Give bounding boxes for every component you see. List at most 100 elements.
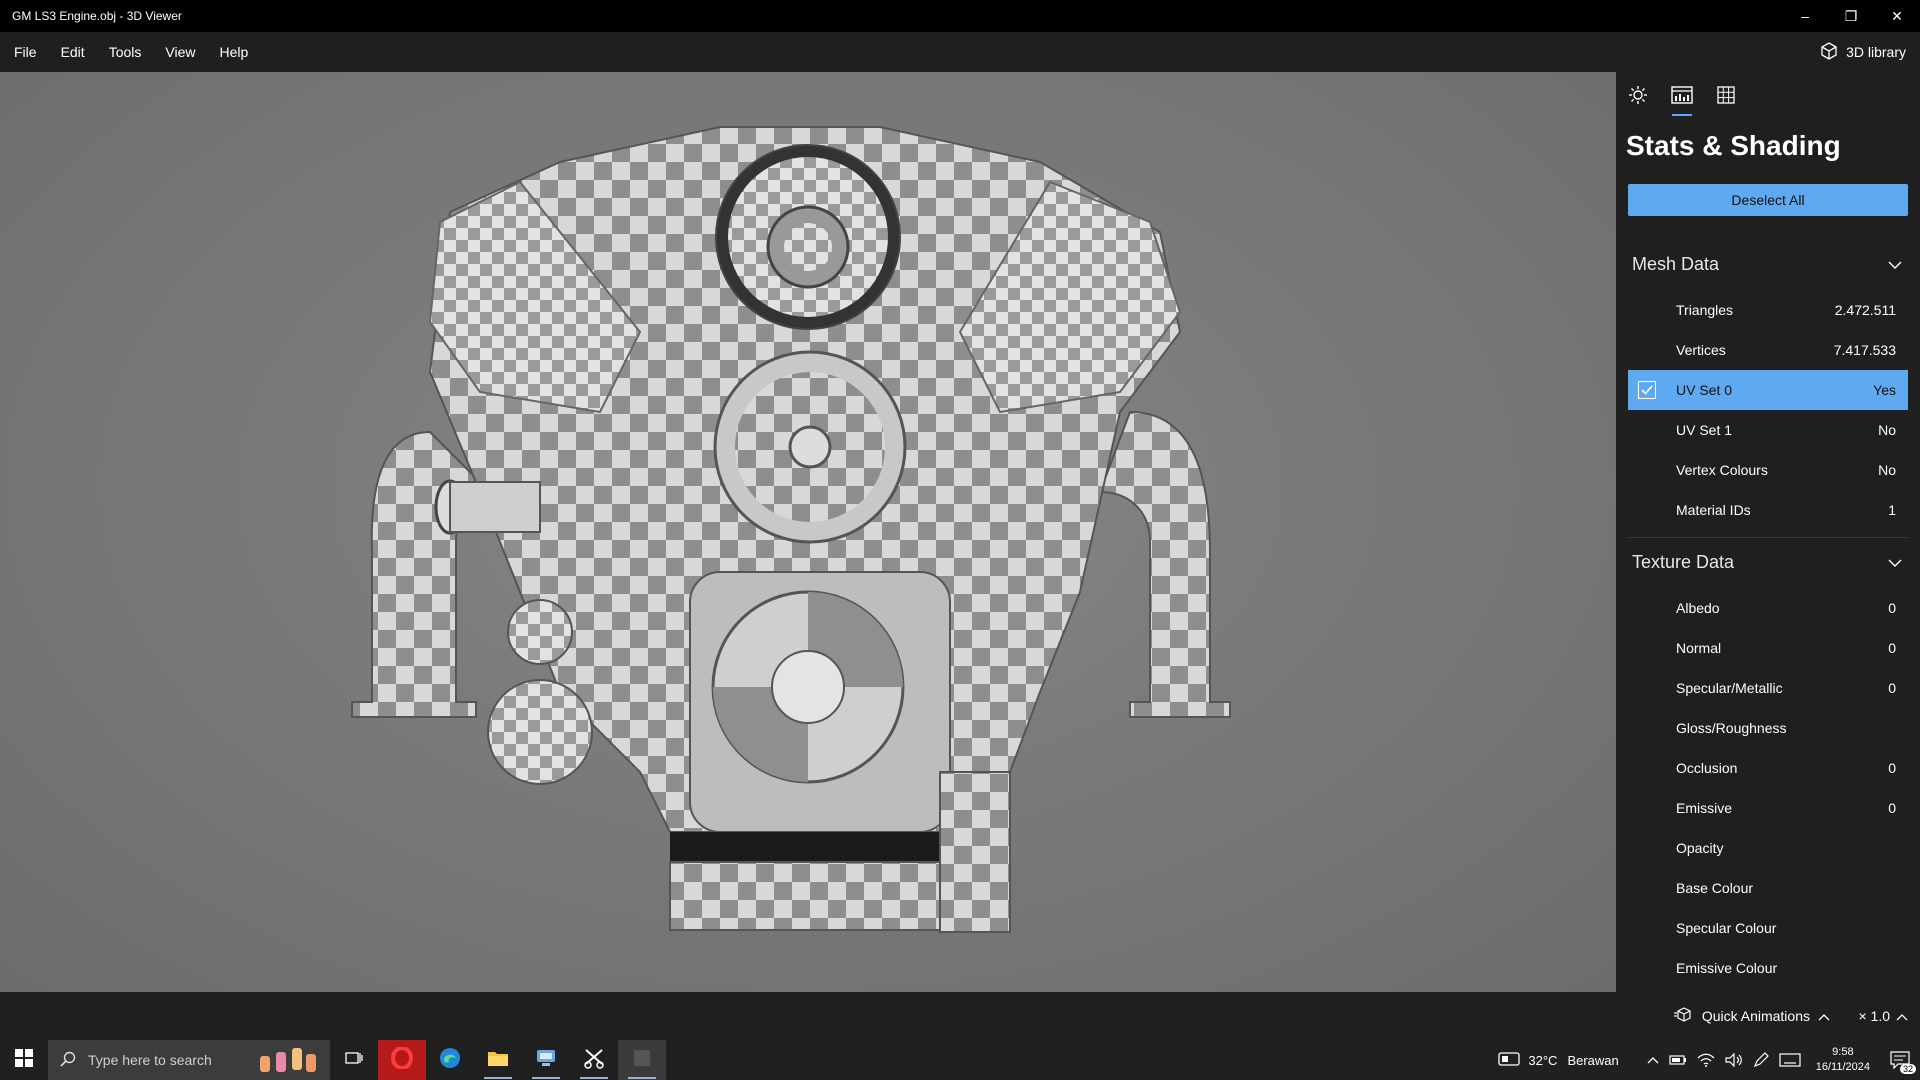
chevron-up-icon — [1647, 1057, 1659, 1064]
menu-view[interactable]: View — [153, 32, 207, 72]
row-label: Specular/Metallic — [1676, 680, 1783, 696]
texture-row-specular-metallic[interactable]: Specular/Metallic 0 — [1628, 668, 1908, 708]
menu-edit[interactable]: Edit — [49, 32, 97, 72]
battery-icon — [1669, 1055, 1686, 1065]
chevron-up-icon — [1896, 1008, 1908, 1024]
mesh-row-uv-set-1[interactable]: UV Set 1 No — [1628, 410, 1908, 450]
clock-date: 16/11/2024 — [1815, 1061, 1870, 1073]
window-title: GM LS3 Engine.obj - 3D Viewer — [12, 9, 182, 23]
texture-row-emissive-colour[interactable]: Emissive Colour — [1628, 948, 1908, 988]
taskbar-opera[interactable] — [378, 1040, 426, 1080]
folder-icon — [487, 1049, 509, 1072]
taskbar-search[interactable]: Type here to search — [48, 1040, 330, 1080]
row-label: UV Set 0 — [1676, 382, 1733, 398]
menu-bar: File Edit Tools View Help 3D library — [0, 32, 1920, 72]
notification-center-button[interactable]: 32 — [1880, 1040, 1920, 1080]
task-view-icon — [345, 1050, 363, 1071]
uv-set-0-checkbox[interactable] — [1638, 381, 1656, 399]
texture-row-occlusion[interactable]: Occlusion 0 — [1628, 748, 1908, 788]
row-label: Base Colour — [1676, 880, 1754, 896]
wifi-icon — [1697, 1053, 1715, 1067]
row-value: 0 — [1888, 640, 1896, 656]
checkmark-icon — [1641, 385, 1653, 395]
row-value: 0 — [1888, 600, 1896, 616]
row-label: Material IDs — [1676, 502, 1751, 518]
texture-row-base-colour[interactable]: Base Colour — [1628, 868, 1908, 908]
row-value: 0 — [1888, 800, 1896, 816]
row-label: Emissive — [1676, 800, 1733, 816]
menu-help[interactable]: Help — [207, 32, 260, 72]
mesh-row-vertices: Vertices 7.417.533 — [1628, 330, 1908, 370]
taskbar-clock[interactable]: 9:58 16/11/2024 — [1806, 1045, 1880, 1075]
opera-icon — [391, 1045, 413, 1074]
texture-row-gloss-roughness[interactable]: Gloss/Roughness — [1628, 708, 1908, 748]
menu-file[interactable]: File — [2, 32, 49, 72]
tray-wifi[interactable] — [1692, 1040, 1720, 1080]
title-bar: GM LS3 Engine.obj - 3D Viewer – ❐ ✕ — [0, 0, 1920, 32]
texture-row-normal[interactable]: Normal 0 — [1628, 628, 1908, 668]
chevron-down-icon — [1888, 254, 1902, 275]
quick-animations-button[interactable]: Quick Animations — [1673, 992, 1830, 1040]
texture-data-header[interactable]: Texture Data — [1628, 542, 1908, 582]
deselect-all-button[interactable]: Deselect All — [1628, 184, 1908, 216]
tab-grid[interactable] — [1714, 84, 1738, 110]
taskbar-edge[interactable] — [426, 1040, 474, 1080]
show-hidden-icons[interactable] — [1642, 1040, 1664, 1080]
3d-library-button[interactable]: 3D library — [1820, 32, 1906, 72]
speed-label: × 1.0 — [1858, 1008, 1890, 1024]
minimize-button[interactable]: – — [1782, 0, 1828, 32]
mesh-data-header[interactable]: Mesh Data — [1628, 244, 1908, 284]
engine-model[interactable] — [0, 72, 1616, 992]
close-button[interactable]: ✕ — [1874, 0, 1920, 32]
tab-lighting[interactable] — [1626, 84, 1650, 110]
tab-stats-shading[interactable] — [1670, 84, 1694, 116]
volume-icon — [1725, 1053, 1742, 1067]
start-button[interactable] — [0, 1040, 48, 1080]
tray-battery[interactable] — [1664, 1040, 1692, 1080]
taskbar-file-explorer[interactable] — [474, 1040, 522, 1080]
window-controls: – ❐ ✕ — [1782, 0, 1920, 32]
mesh-row-uv-set-0[interactable]: UV Set 0 Yes — [1628, 370, 1908, 410]
texture-row-albedo[interactable]: Albedo 0 — [1628, 588, 1908, 628]
quick-animations-label: Quick Animations — [1701, 1008, 1810, 1024]
search-highlight-icon — [256, 1046, 320, 1074]
texture-row-specular-colour[interactable]: Specular Colour — [1628, 908, 1908, 948]
panel-title: Stats & Shading — [1626, 130, 1841, 161]
texture-data-title: Texture Data — [1632, 551, 1735, 572]
weather-widget[interactable]: 32°C Berawan — [1493, 1040, 1641, 1080]
row-value: No — [1878, 422, 1896, 438]
search-placeholder: Type here to search — [88, 1052, 212, 1068]
restore-button[interactable]: ❐ — [1828, 0, 1874, 32]
row-label: Albedo — [1676, 600, 1720, 616]
texture-row-opacity[interactable]: Opacity — [1628, 828, 1908, 868]
edge-icon — [439, 1047, 461, 1074]
mesh-row-material-ids[interactable]: Material IDs 1 — [1628, 490, 1908, 530]
taskbar-3d-viewer[interactable] — [618, 1040, 666, 1080]
tray-keyboard[interactable] — [1774, 1040, 1806, 1080]
texture-row-emissive[interactable]: Emissive 0 — [1628, 788, 1908, 828]
row-value: 2.472.511 — [1834, 302, 1896, 318]
task-view-button[interactable] — [330, 1040, 378, 1080]
mesh-data-title: Mesh Data — [1632, 253, 1720, 274]
notification-badge: 32 — [1899, 1064, 1916, 1074]
search-icon — [60, 1051, 76, 1070]
animation-bar: Quick Animations × 1.0 — [0, 992, 1920, 1040]
row-label: Vertices — [1676, 342, 1726, 358]
speed-selector[interactable]: × 1.0 — [1858, 992, 1908, 1040]
taskbar-app[interactable] — [522, 1040, 570, 1080]
row-value: No — [1878, 462, 1896, 478]
row-label: Vertex Colours — [1676, 462, 1768, 478]
menu-tools[interactable]: Tools — [97, 32, 154, 72]
row-value: 0 — [1888, 680, 1896, 696]
3d-viewer-icon — [631, 1047, 653, 1074]
system-tray: 32°C Berawan 9:58 16/11/2024 32 — [1493, 1040, 1920, 1080]
taskbar-snipping[interactable] — [570, 1040, 618, 1080]
stats-icon — [1671, 85, 1693, 110]
tray-pen[interactable] — [1748, 1040, 1774, 1080]
mesh-row-vertex-colours[interactable]: Vertex Colours No — [1628, 450, 1908, 490]
row-label: Opacity — [1676, 840, 1724, 856]
cube-icon — [1820, 41, 1838, 63]
row-value: 1 — [1888, 502, 1896, 518]
tray-volume[interactable] — [1720, 1040, 1748, 1080]
3d-viewport[interactable] — [0, 72, 1616, 992]
